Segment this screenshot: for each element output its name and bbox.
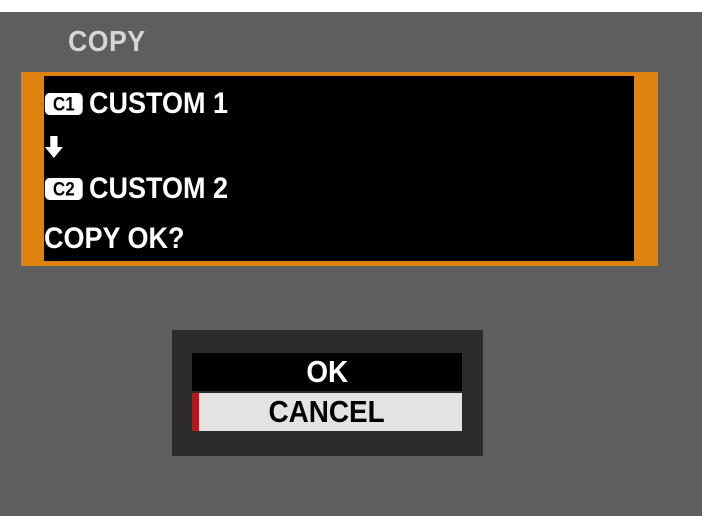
ok-label: OK bbox=[306, 354, 348, 389]
custom-1-badge-icon: C1 bbox=[44, 93, 83, 115]
message-box: C1 CUSTOM 1 C2 CUSTOM 2 COPY OK? bbox=[44, 76, 636, 261]
svg-text:C2: C2 bbox=[53, 179, 75, 200]
down-arrow-icon bbox=[44, 136, 63, 158]
arrow-line bbox=[44, 132, 64, 162]
destination-line: C2 CUSTOM 2 bbox=[44, 171, 228, 207]
camera-menu-screen: COPY C1 CUSTOM 1 C2 CUSTOM 2 COPY OK? OK… bbox=[0, 12, 702, 516]
ok-button[interactable]: OK bbox=[192, 353, 462, 391]
svg-text:C1: C1 bbox=[53, 94, 75, 115]
confirm-dialog: OK CANCEL bbox=[172, 330, 483, 456]
destination-label: CUSTOM 2 bbox=[89, 172, 229, 205]
custom-2-badge-icon: C2 bbox=[44, 178, 83, 200]
source-label: CUSTOM 1 bbox=[89, 87, 229, 120]
cancel-button[interactable]: CANCEL bbox=[192, 393, 462, 431]
page-title: COPY bbox=[68, 26, 146, 58]
selection-cursor bbox=[192, 393, 199, 431]
cancel-label: CANCEL bbox=[268, 394, 386, 429]
confirm-prompt: COPY OK? bbox=[44, 222, 185, 255]
source-line: C1 CUSTOM 1 bbox=[44, 86, 228, 122]
message-frame: C1 CUSTOM 1 C2 CUSTOM 2 COPY OK? bbox=[21, 72, 658, 266]
